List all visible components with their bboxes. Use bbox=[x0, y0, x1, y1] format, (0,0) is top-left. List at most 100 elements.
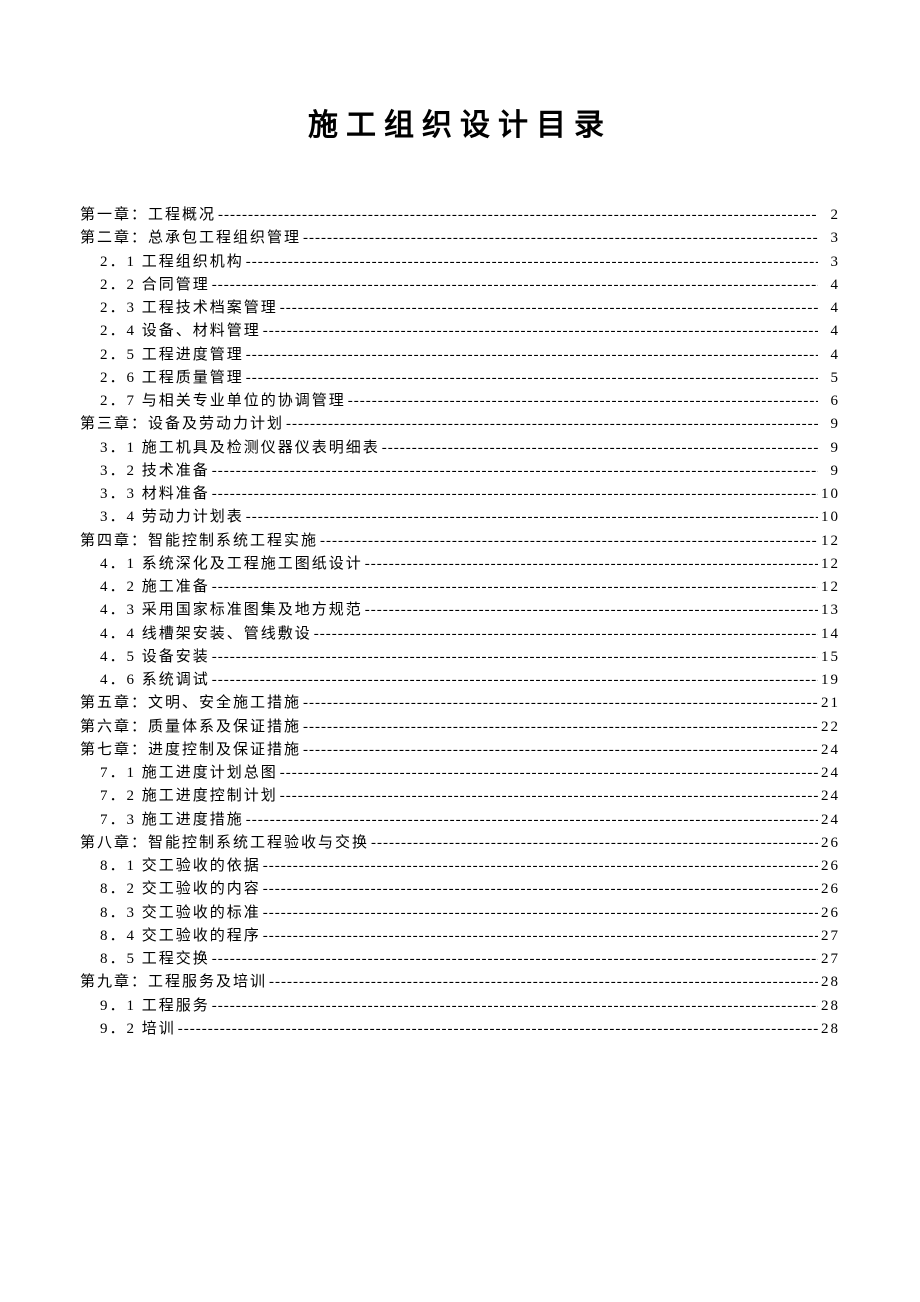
toc-entry-label: 2．1 工程组织机构 bbox=[100, 251, 244, 274]
toc-entry: 3．1 施工机具及检测仪器仪表明细表9 bbox=[80, 437, 840, 460]
toc-leader bbox=[303, 716, 818, 739]
toc-leader bbox=[212, 646, 818, 669]
toc-entry-page: 27 bbox=[820, 925, 840, 948]
toc-leader bbox=[246, 251, 818, 274]
toc-entry-label: 第一章：工程概况 bbox=[80, 204, 216, 227]
toc-entry: 4．5 设备安装15 bbox=[80, 646, 840, 669]
toc-leader bbox=[269, 971, 818, 994]
toc-entry-page: 12 bbox=[820, 553, 840, 576]
toc-entry-label: 4．2 施工准备 bbox=[100, 576, 210, 599]
toc-entry: 8．2 交工验收的内容 26 bbox=[80, 878, 840, 901]
toc-entry-page: 9 bbox=[820, 460, 840, 483]
toc-leader bbox=[303, 227, 818, 250]
toc-entry: 7．3 施工进度措施24 bbox=[80, 809, 840, 832]
toc-leader bbox=[280, 297, 818, 320]
toc-entry: 8．5 工程交换 27 bbox=[80, 948, 840, 971]
toc-entry: 9．2 培训28 bbox=[80, 1018, 840, 1041]
toc-entry-label: 8．2 交工验收的内容 bbox=[100, 878, 261, 901]
toc-leader bbox=[371, 832, 818, 855]
toc-entry-page: 12 bbox=[820, 530, 840, 553]
toc-entry: 3．3 材料准备10 bbox=[80, 483, 840, 506]
toc-entry: 2．5 工程进度管理 4 bbox=[80, 344, 840, 367]
toc-entry-page: 24 bbox=[820, 739, 840, 762]
toc-entry-page: 4 bbox=[820, 297, 840, 320]
toc-entry-label: 第七章：进度控制及保证措施 bbox=[80, 739, 301, 762]
toc-entry: 2．1 工程组织机构 3 bbox=[80, 251, 840, 274]
toc-entry-label: 4．6 系统调试 bbox=[100, 669, 210, 692]
toc-leader bbox=[263, 902, 818, 925]
toc-leader bbox=[303, 692, 818, 715]
toc-leader bbox=[263, 925, 818, 948]
toc-entry-label: 2．4 设备、材料管理 bbox=[100, 320, 261, 343]
toc-entry: 第四章：智能控制系统工程实施 12 bbox=[80, 530, 840, 553]
toc-leader bbox=[212, 669, 818, 692]
table-of-contents: 第一章：工程概况2第二章：总承包工程组织管理32．1 工程组织机构32．2 合同… bbox=[80, 204, 840, 1041]
toc-entry-label: 4．1 系统深化及工程施工图纸设计 bbox=[100, 553, 363, 576]
toc-entry-page: 28 bbox=[820, 1018, 840, 1041]
toc-entry-page: 22 bbox=[820, 716, 840, 739]
toc-entry: 第一章：工程概况 2 bbox=[80, 204, 840, 227]
toc-entry-label: 2．3 工程技术档案管理 bbox=[100, 297, 278, 320]
toc-entry: 4．2 施工准备 12 bbox=[80, 576, 840, 599]
toc-entry: 8．1 交工验收的依据26 bbox=[80, 855, 840, 878]
toc-entry-page: 15 bbox=[820, 646, 840, 669]
toc-entry-page: 12 bbox=[820, 576, 840, 599]
toc-entry: 4．6 系统调试 19 bbox=[80, 669, 840, 692]
toc-entry-page: 3 bbox=[820, 251, 840, 274]
toc-leader bbox=[246, 344, 818, 367]
toc-entry: 4．3 采用国家标准图集及地方规范13 bbox=[80, 599, 840, 622]
toc-entry: 7．1 施工进度计划总图 24 bbox=[80, 762, 840, 785]
page-title: 施工组织设计目录 bbox=[80, 100, 840, 144]
toc-leader bbox=[320, 530, 818, 553]
toc-entry-label: 7．1 施工进度计划总图 bbox=[100, 762, 278, 785]
toc-entry-label: 第二章：总承包工程组织管理 bbox=[80, 227, 301, 250]
toc-entry-page: 9 bbox=[820, 413, 840, 436]
toc-leader bbox=[218, 204, 818, 227]
toc-leader bbox=[382, 437, 818, 460]
toc-leader bbox=[365, 553, 818, 576]
toc-entry-label: 2．6 工程质量管理 bbox=[100, 367, 244, 390]
toc-entry: 第五章：文明、安全施工措施21 bbox=[80, 692, 840, 715]
toc-entry-label: 9．1 工程服务 bbox=[100, 995, 210, 1018]
toc-entry-label: 8．5 工程交换 bbox=[100, 948, 210, 971]
toc-entry: 9．1 工程服务 28 bbox=[80, 995, 840, 1018]
toc-entry: 4．4 线槽架安装、管线敷设14 bbox=[80, 623, 840, 646]
toc-entry-page: 2 bbox=[820, 204, 840, 227]
toc-entry-label: 2．2 合同管理 bbox=[100, 274, 210, 297]
toc-entry-page: 4 bbox=[820, 344, 840, 367]
toc-entry: 第七章：进度控制及保证措施 24 bbox=[80, 739, 840, 762]
toc-entry-label: 第六章：质量体系及保证措施 bbox=[80, 716, 301, 739]
toc-entry: 8．4 交工验收的程序 27 bbox=[80, 925, 840, 948]
toc-leader bbox=[286, 413, 818, 436]
toc-entry-label: 8．3 交工验收的标准 bbox=[100, 902, 261, 925]
toc-entry: 第九章：工程服务及培训28 bbox=[80, 971, 840, 994]
toc-entry-page: 27 bbox=[820, 948, 840, 971]
toc-leader bbox=[263, 878, 818, 901]
toc-entry: 3．2 技术准备9 bbox=[80, 460, 840, 483]
toc-entry-page: 24 bbox=[820, 762, 840, 785]
toc-entry-label: 第八章：智能控制系统工程验收与交换 bbox=[80, 832, 369, 855]
toc-entry-page: 28 bbox=[820, 995, 840, 1018]
toc-entry-page: 26 bbox=[820, 855, 840, 878]
toc-leader bbox=[263, 320, 818, 343]
toc-leader bbox=[212, 483, 818, 506]
toc-leader bbox=[365, 599, 818, 622]
toc-entry: 3．4 劳动力计划表10 bbox=[80, 506, 840, 529]
toc-entry: 4．1 系统深化及工程施工图纸设计 12 bbox=[80, 553, 840, 576]
toc-entry-label: 8．4 交工验收的程序 bbox=[100, 925, 261, 948]
toc-entry-label: 7．2 施工进度控制计划 bbox=[100, 785, 278, 808]
toc-entry: 第三章：设备及劳动力计划9 bbox=[80, 413, 840, 436]
toc-leader bbox=[212, 576, 818, 599]
toc-entry-label: 3．1 施工机具及检测仪器仪表明细表 bbox=[100, 437, 380, 460]
toc-entry-page: 26 bbox=[820, 878, 840, 901]
toc-entry-page: 4 bbox=[820, 274, 840, 297]
toc-leader bbox=[303, 739, 818, 762]
toc-entry-label: 2．5 工程进度管理 bbox=[100, 344, 244, 367]
toc-entry-page: 6 bbox=[820, 390, 840, 413]
toc-entry-page: 19 bbox=[820, 669, 840, 692]
toc-entry-page: 26 bbox=[820, 832, 840, 855]
toc-entry-label: 第九章：工程服务及培训 bbox=[80, 971, 267, 994]
toc-leader bbox=[212, 460, 818, 483]
toc-entry-label: 第四章：智能控制系统工程实施 bbox=[80, 530, 318, 553]
toc-leader bbox=[246, 367, 818, 390]
